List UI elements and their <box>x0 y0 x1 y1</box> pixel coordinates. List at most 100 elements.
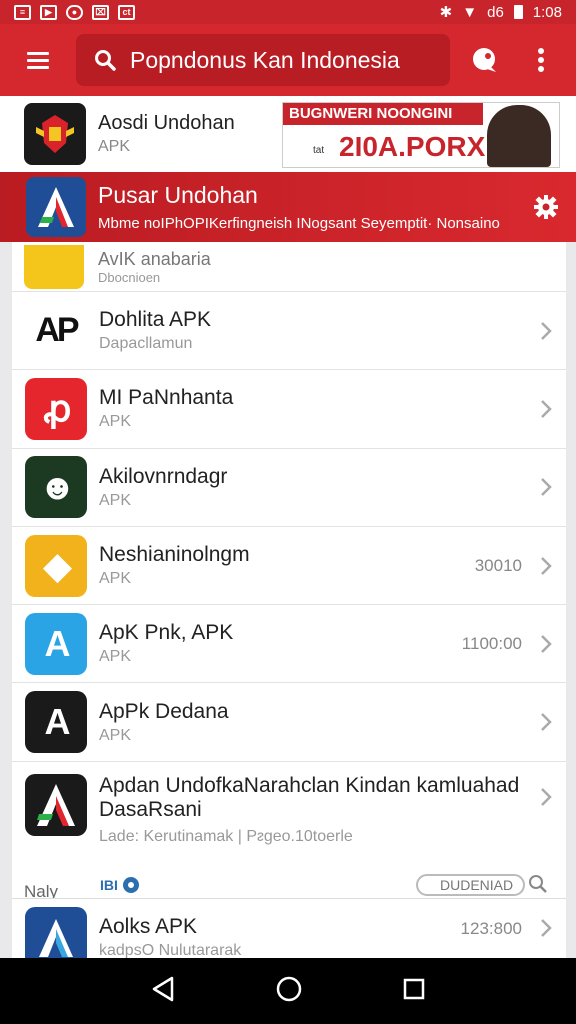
overflow-menu-button[interactable] <box>512 24 570 96</box>
chevron-right-icon <box>532 629 560 659</box>
recents-button[interactable] <box>402 977 426 1006</box>
chevron-right-icon <box>532 551 560 581</box>
list-item-partial[interactable]: AvIK anabaria Dbocnioen <box>12 242 566 292</box>
notification-icon: ▶ <box>40 4 57 20</box>
list-item-subtitle: APK <box>99 491 132 509</box>
list-item-subtitle: APK <box>99 726 132 744</box>
info-badge-icon <box>122 876 139 893</box>
back-triangle-icon <box>152 976 173 1001</box>
message-icon: ct <box>118 4 135 20</box>
list-item-title: Dohlita APK <box>99 308 212 332</box>
signal-label: d6 <box>487 3 504 21</box>
list-item-title: Akilovnrndagr <box>99 464 228 488</box>
app-icon: A <box>25 612 87 675</box>
list-item-title: ApPk Dedana <box>99 699 229 723</box>
download-button[interactable]: DUDENIAD <box>416 873 526 896</box>
search-icon <box>90 45 120 75</box>
list-item[interactable]: A ApPk Dedana APK <box>12 683 566 762</box>
app-bar: Popndonus Kan Indonesia <box>0 24 576 96</box>
app-icon: AP <box>25 299 87 362</box>
list-item-title: Aolks APK <box>99 915 198 938</box>
app-icon: ꝓ <box>25 377 87 440</box>
featured-app-title: Aosdi Undohan <box>98 112 235 134</box>
badge-group: IBI <box>100 876 140 894</box>
chevron-right-icon <box>532 316 560 346</box>
system-nav-bar <box>0 958 576 1024</box>
app-icon <box>24 244 84 289</box>
list-item-subtitle: Lade: Kerutinamak | Pᴤgeo.10toerle <box>99 827 353 845</box>
featured-app-subtitle: APK <box>98 138 131 155</box>
list-item[interactable]: A ApK Pnk, APK APK 1100:00 <box>12 605 566 684</box>
search-bar[interactable]: Popndonus Kan Indonesia <box>76 34 450 86</box>
chevron-right-icon <box>532 913 560 943</box>
list-item-meta: 1100:00 <box>461 633 522 653</box>
home-circle-icon <box>276 976 302 1001</box>
list-item-title: Neshianinolngm <box>99 543 250 567</box>
app-icon-glyph: AP <box>35 311 79 350</box>
list-item[interactable]: ☻ Akilovnrndagr APK <box>12 449 566 527</box>
more-vert-icon <box>538 48 544 72</box>
back-button[interactable] <box>150 975 176 1008</box>
notification-icon: ≡ <box>14 4 31 20</box>
hamburger-icon <box>27 50 49 71</box>
home-button[interactable] <box>275 975 303 1008</box>
wifi-icon: ▼ <box>462 3 478 21</box>
list-item-title: MI PaNnhanta <box>99 386 234 410</box>
app-icon-glyph: ꝓ <box>43 387 72 429</box>
chevron-right-icon <box>532 707 560 737</box>
list-item-subtitle: APK <box>99 570 132 588</box>
clock: 1:08 <box>532 3 562 21</box>
promo-big-text: 2I0A.PORX <box>339 131 486 162</box>
list-item-subtitle: Dbocnioen <box>98 269 161 285</box>
section-header: Pusar Undohan Mbme noIPhOPIKerfingneish … <box>0 172 576 242</box>
list-item-meta: 123:800 <box>460 919 522 938</box>
search-input[interactable]: Popndonus Kan Indonesia <box>130 47 400 74</box>
promo-banner[interactable]: BUGNWERI NOONGINI tat 2I0A.PORX <box>282 102 560 168</box>
chevron-right-icon <box>532 394 560 424</box>
promo-headline: BUGNWERI NOONGINI <box>283 103 483 125</box>
notification-icons: ≡ ▶ ● ⌧ ct <box>14 4 135 20</box>
app-icon-glyph: ☻ <box>38 466 77 508</box>
app-icon: A <box>25 691 87 754</box>
garuda-emblem-icon <box>24 103 86 165</box>
settings-button[interactable] <box>516 177 576 237</box>
list-item-expanded[interactable]: Apdan UndofkaNarahclan Kindan kamluahad … <box>12 762 566 906</box>
list-item[interactable]: Aolks APK kadpsO Nulutararak 123:800 <box>12 898 566 969</box>
section-subtitle: Mbme noIPhOPIKerfingneish INogsant Seyem… <box>98 215 500 232</box>
list-item[interactable]: ◆ Neshianinolngm APK 30010 <box>12 527 566 606</box>
app-icon-glyph: A <box>44 701 71 743</box>
image-icon: ⌧ <box>92 4 109 20</box>
promo-small-text: tat <box>313 145 325 156</box>
status-bar: ≡ ▶ ● ⌧ ct ✱ ▼ d6 1:08 <box>0 0 576 24</box>
bluetooth-icon: ✱ <box>439 4 453 21</box>
list-item-subtitle: APK <box>99 648 132 666</box>
menu-button[interactable] <box>0 24 76 96</box>
badge-text: IBI <box>100 876 118 893</box>
person-photo <box>487 105 551 167</box>
list-item[interactable]: ꝓ MI PaNnhanta APK <box>12 370 566 449</box>
banner-row: Aosdi Undohan APK BUGNWERI NOONGINI tat … <box>0 96 576 172</box>
list-item-title: Apdan UndofkaNarahclan Kindan kamluahad … <box>99 773 520 821</box>
list-item-subtitle: APK <box>99 413 132 431</box>
gear-icon <box>534 195 558 219</box>
list-item-title: ApK Pnk, APK <box>99 621 234 645</box>
app-icon: ☻ <box>25 456 87 519</box>
chevron-right-icon <box>532 472 560 502</box>
list-item-meta: 30010 <box>474 555 522 575</box>
list-item-subtitle: Dapacllamun <box>99 335 193 353</box>
app-icon-glyph: A <box>44 622 71 664</box>
recents-square-icon <box>404 978 425 999</box>
section-title: Pusar Undohan <box>98 182 258 208</box>
search-small-icon[interactable] <box>528 874 548 899</box>
app-logo-icon <box>26 177 86 237</box>
location-icon: ● <box>66 4 83 20</box>
chat-bubble-icon <box>473 48 496 72</box>
app-icon-glyph: ◆ <box>43 544 72 586</box>
battery-icon <box>513 5 523 19</box>
app-icon <box>25 773 87 836</box>
app-icon: ◆ <box>25 534 87 597</box>
list-item-title: AvIK anabaria <box>98 248 211 269</box>
list-item[interactable]: AP Dohlita APK Dapacllamun <box>12 292 566 371</box>
chat-button[interactable] <box>456 24 512 96</box>
featured-app[interactable]: Aosdi Undohan APK <box>0 96 282 172</box>
